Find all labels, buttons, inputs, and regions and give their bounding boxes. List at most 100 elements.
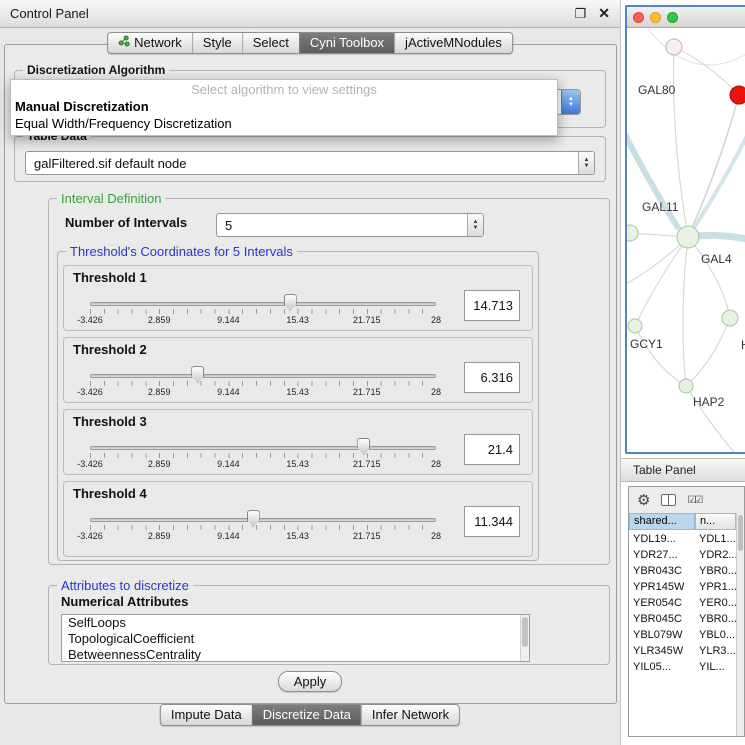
attributes-group-label: Attributes to discretize — [57, 578, 193, 593]
algorithm-placeholder: Select algorithm to view settings — [11, 81, 557, 98]
network-node[interactable] — [666, 39, 682, 55]
tab-impute-data[interactable]: Impute Data — [161, 705, 252, 725]
tab-jactivemnodules[interactable]: jActiveMNodules — [394, 33, 512, 53]
table-scrollbar[interactable] — [736, 513, 744, 736]
threshold-4-value-field[interactable]: 11.344 — [464, 506, 520, 537]
slider-ticks — [90, 381, 436, 386]
scrollbar-thumb[interactable] — [738, 515, 743, 551]
network-window-titlebar — [627, 7, 745, 28]
table-panel-title: Table Panel — [633, 463, 696, 477]
table-row[interactable]: YBR045CYBR0... — [629, 611, 736, 627]
table-toolbar: ⚙ ☑☑ — [629, 487, 744, 513]
slider-ticks — [90, 309, 436, 314]
threshold-1-box: Threshold 1 -3.4262.8599.14415.4321.7152… — [63, 265, 533, 331]
column-header-shared-name[interactable]: shared... — [629, 513, 695, 530]
attribute-items: SelfLoopsTopologicalCoefficientBetweenne… — [62, 615, 529, 662]
interval-definition-group: Interval Definition Number of Intervals … — [48, 198, 610, 565]
table-row[interactable]: YIL05...YIL... — [629, 659, 736, 675]
network-edge[interactable] — [627, 237, 688, 290]
table-row[interactable]: YBR043CYBR0... — [629, 563, 736, 579]
threshold-2-value-field[interactable]: 6.316 — [464, 362, 520, 393]
network-node[interactable] — [722, 310, 738, 326]
threshold-3-slider[interactable]: -3.4262.8599.14415.4321.71528 — [90, 438, 436, 474]
algorithm-dropdown-popup: Select algorithm to view settings Manual… — [10, 79, 558, 136]
tab-network[interactable]: Network — [108, 33, 192, 53]
node-table-window: ⚙ ☑☑ shared... n... YDL19...YDL1...YDR27… — [628, 486, 745, 737]
slider-scale-labels: -3.4262.8599.14415.4321.71528 — [90, 531, 436, 543]
zoom-window-button[interactable] — [667, 12, 678, 23]
network-node[interactable] — [627, 225, 638, 241]
interval-definition-group-label: Interval Definition — [57, 191, 165, 206]
control-panel-titlebar: Control Panel ❐ ✕ — [0, 0, 620, 28]
threshold-3-value-field[interactable]: 21.4 — [464, 434, 520, 465]
combo-stepper-icon[interactable]: ▲ ▼ — [561, 90, 580, 114]
table-panel-header[interactable]: Table Panel — [621, 458, 745, 482]
threshold-3-box: Threshold 3 -3.4262.8599.14415.4321.7152… — [63, 409, 533, 475]
select-columns-icon[interactable]: ☑☑ — [687, 495, 701, 506]
combo-stepper-icon[interactable]: ▲ ▼ — [467, 214, 483, 236]
combo-stepper-icon[interactable]: ▲ ▼ — [578, 152, 594, 174]
slider-track[interactable] — [90, 374, 436, 378]
threshold-2-slider[interactable]: -3.4262.8599.14415.4321.71528 — [90, 366, 436, 402]
network-graph: GAL80GAL11GAL4GCY1HHAP2 — [627, 28, 745, 454]
tab-cyni-toolbox[interactable]: Cyni Toolbox — [299, 33, 394, 53]
tab-infer-network[interactable]: Infer Network — [361, 705, 459, 725]
minimize-window-button[interactable] — [650, 12, 661, 23]
network-node[interactable] — [730, 86, 745, 104]
table-row[interactable]: YLR345WYLR3... — [629, 643, 736, 659]
threshold-1-slider[interactable]: -3.4262.8599.14415.4321.71528 — [90, 294, 436, 330]
attribute-list-item[interactable]: TopologicalCoefficient — [62, 631, 529, 647]
network-edge[interactable] — [674, 47, 739, 95]
table-rows: YDL19...YDL1...YDR27...YDR2...YBR043CYBR… — [629, 531, 736, 736]
network-node-label: HAP2 — [693, 395, 725, 409]
slider-track[interactable] — [90, 518, 436, 522]
numerical-attributes-list[interactable]: SelfLoopsTopologicalCoefficientBetweenne… — [61, 614, 530, 662]
number-of-intervals-label: Number of Intervals — [65, 215, 187, 230]
close-window-button[interactable] — [633, 12, 644, 23]
network-node[interactable] — [677, 226, 699, 248]
table-row[interactable]: YER054CYER0... — [629, 595, 736, 611]
close-panel-icon[interactable]: ✕ — [598, 5, 610, 22]
number-of-intervals-combobox[interactable]: 5 ▲ ▼ — [216, 213, 484, 237]
scrollbar-thumb[interactable] — [522, 617, 528, 647]
table-row[interactable]: YPR145WYPR1... — [629, 579, 736, 595]
tab-select[interactable]: Select — [242, 33, 299, 53]
network-node[interactable] — [679, 379, 693, 393]
network-node[interactable] — [628, 319, 642, 333]
algorithm-option-equal-width[interactable]: Equal Width/Frequency Discretization — [11, 115, 557, 132]
table-data-selected: galFiltered.sif default node — [26, 152, 578, 174]
network-edge[interactable] — [688, 237, 730, 318]
threshold-1-value-field[interactable]: 14.713 — [464, 290, 520, 321]
control-panel: Control Panel ❐ ✕ Network Style Select C… — [0, 0, 621, 745]
network-edge[interactable] — [639, 28, 745, 65]
tab-discretize-data[interactable]: Discretize Data — [252, 705, 361, 725]
slider-track[interactable] — [90, 446, 436, 450]
threshold-4-slider[interactable]: -3.4262.8599.14415.4321.71528 — [90, 510, 436, 546]
network-canvas[interactable]: GAL80GAL11GAL4GCY1HHAP2 — [627, 28, 745, 452]
panel-title: Control Panel — [10, 6, 89, 21]
apply-button[interactable]: Apply — [278, 671, 342, 692]
network-node-label: GCY1 — [630, 337, 663, 351]
attribute-list-item[interactable]: BetweennessCentrality — [62, 647, 529, 662]
columns-icon[interactable] — [661, 494, 676, 506]
network-edge[interactable] — [683, 237, 688, 386]
table-row[interactable]: YDR27...YDR2... — [629, 547, 736, 563]
attributes-group: Attributes to discretize Numerical Attri… — [48, 585, 610, 665]
float-panel-icon[interactable]: ❐ — [575, 6, 587, 22]
table-row[interactable]: YBL079WYBL0... — [629, 627, 736, 643]
gear-icon[interactable]: ⚙ — [637, 491, 650, 509]
attribute-list-item[interactable]: SelfLoops — [62, 615, 529, 631]
column-header-name[interactable]: n... — [695, 513, 736, 530]
algorithm-option-manual[interactable]: Manual Discretization — [11, 98, 557, 115]
network-edge[interactable] — [635, 237, 688, 326]
network-view-window[interactable]: GAL80GAL11GAL4GCY1HHAP2 — [625, 5, 745, 454]
network-node-label: H — [741, 338, 745, 352]
attributes-scrollbar[interactable] — [520, 615, 529, 661]
network-edge[interactable] — [635, 326, 686, 386]
table-row[interactable]: YDL19...YDL1... — [629, 531, 736, 547]
network-edge[interactable] — [686, 318, 730, 386]
table-data-combobox[interactable]: galFiltered.sif default node ▲ ▼ — [25, 151, 595, 175]
slider-track[interactable] — [90, 302, 436, 306]
tab-style[interactable]: Style — [192, 33, 242, 53]
slider-scale-labels: -3.4262.8599.14415.4321.71528 — [90, 387, 436, 399]
